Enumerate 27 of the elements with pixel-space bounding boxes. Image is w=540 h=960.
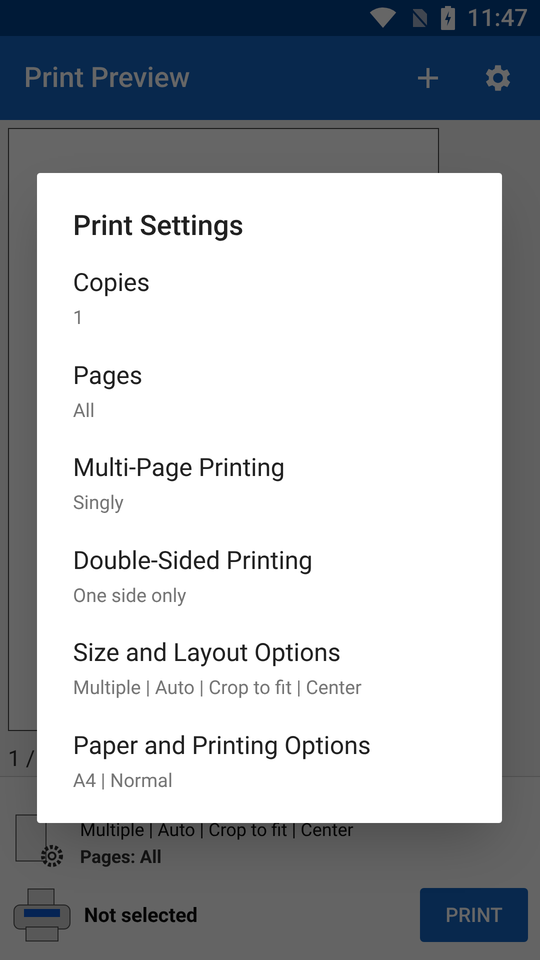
setting-label: Paper and Printing Options <box>73 730 372 762</box>
settings-item[interactable]: Pages All <box>73 360 466 453</box>
setting-label: Pages <box>73 360 144 392</box>
setting-label: Double-Sided Printing <box>73 546 314 578</box>
dialog-title: Print Settings <box>73 208 244 244</box>
setting-value: A4 | Normal <box>73 768 174 794</box>
setting-value: Singly <box>73 490 125 516</box>
setting-value: 1 <box>73 305 85 331</box>
wifi-icon <box>369 7 398 29</box>
battery-charging-icon <box>441 6 456 30</box>
settings-item[interactable]: Copies 1 <box>73 268 466 360</box>
clock: 11:47 <box>467 3 528 34</box>
summary-text: Pages: All <box>80 846 163 870</box>
setting-label: Size and Layout Options <box>73 638 342 670</box>
page-indicator: 1 / <box>8 746 35 774</box>
settings-item[interactable]: Multi-Page Printing Singly <box>73 453 466 546</box>
printer-name: Not selected <box>84 902 199 929</box>
setting-value: All <box>73 398 96 424</box>
setting-value: One side only <box>73 582 188 608</box>
settings-item[interactable]: Size and Layout Options Multiple | Auto | Crop to fit | Center <box>73 638 466 730</box>
setting-label: Multi-Page Printing <box>73 453 286 485</box>
setting-value: Multiple | Auto | Crop to fit | Center <box>73 675 363 701</box>
app-title: Print Preview <box>24 60 191 96</box>
plus-icon <box>416 66 440 90</box>
setting-label: Copies <box>73 268 151 300</box>
settings-item[interactable]: Double-Sided Printing One side only <box>73 546 466 638</box>
printer-icon <box>12 887 72 943</box>
